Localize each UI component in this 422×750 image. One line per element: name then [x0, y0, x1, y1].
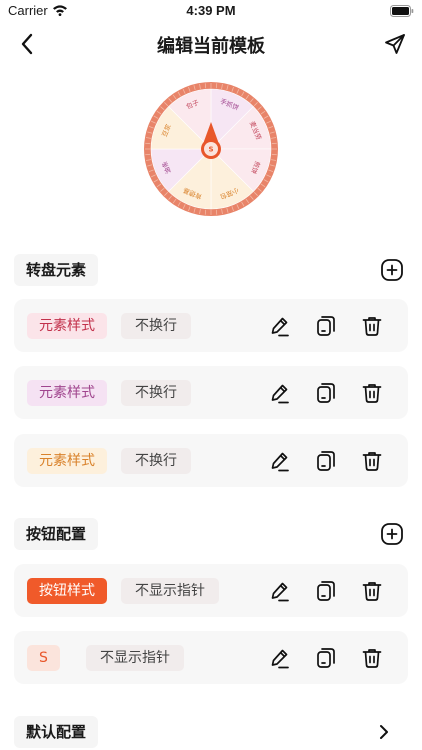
element-style-chip[interactable]: 元素样式	[27, 380, 107, 406]
section-title-defaults: 默认配置	[14, 716, 99, 748]
copy-icon	[317, 316, 335, 336]
pencil-icon	[271, 582, 289, 602]
copy-button[interactable]	[313, 448, 339, 474]
element-mode-chip[interactable]: 不换行	[121, 448, 191, 474]
section-buttons-header: 按钮配置	[14, 518, 408, 550]
copy-button[interactable]	[313, 380, 339, 406]
pencil-icon	[271, 649, 289, 669]
element-style-chip[interactable]: 元素样式	[27, 448, 107, 474]
back-button[interactable]	[14, 30, 40, 58]
plus-square-icon	[381, 523, 403, 545]
section-title-buttons: 按钮配置	[14, 518, 99, 550]
wheel-preview: 手抓饼 麦当劳 煎饼 小笼包 肯德基 油条 豆浆 包子 S	[142, 80, 280, 218]
edit-button[interactable]	[267, 578, 293, 604]
button-mode-chip[interactable]: 不显示指针	[86, 645, 184, 671]
copy-icon	[317, 383, 335, 403]
edit-button[interactable]	[267, 380, 293, 406]
copy-icon	[317, 648, 335, 668]
trash-icon	[362, 317, 382, 336]
send-icon	[385, 34, 405, 54]
section-defaults-header[interactable]: 默认配置	[14, 716, 408, 748]
section-elements-header: 转盘元素	[14, 254, 408, 286]
pencil-icon	[271, 384, 289, 404]
delete-button[interactable]	[359, 578, 385, 604]
trash-icon	[362, 582, 382, 601]
plus-square-icon	[381, 259, 403, 281]
share-button[interactable]	[382, 30, 408, 58]
copy-button[interactable]	[313, 645, 339, 671]
element-style-chip[interactable]: 元素样式	[27, 313, 107, 339]
element-mode-chip[interactable]: 不换行	[121, 380, 191, 406]
edit-button[interactable]	[267, 645, 293, 671]
delete-button[interactable]	[359, 380, 385, 406]
copy-button[interactable]	[313, 578, 339, 604]
button-row: S 不显示指针	[14, 631, 408, 684]
add-button-config-button[interactable]	[380, 522, 404, 546]
add-element-button[interactable]	[380, 258, 404, 282]
battery-icon	[390, 5, 414, 17]
trash-icon	[362, 452, 382, 471]
section-title-elements: 转盘元素	[14, 254, 99, 286]
element-row: 元素样式 不换行	[14, 366, 408, 419]
chevron-right-icon	[380, 725, 388, 739]
pencil-icon	[271, 452, 289, 472]
status-bar: Carrier 4:39 PM	[0, 0, 422, 24]
copy-icon	[317, 581, 335, 601]
copy-icon	[317, 451, 335, 471]
button-style-chip[interactable]: 按钮样式	[27, 578, 107, 604]
delete-button[interactable]	[359, 448, 385, 474]
trash-icon	[362, 384, 382, 403]
element-mode-chip[interactable]: 不换行	[121, 313, 191, 339]
nav-bar: 编辑当前模板	[0, 24, 422, 64]
edit-button[interactable]	[267, 313, 293, 339]
button-style-chip[interactable]: S	[27, 645, 60, 671]
element-row: 元素样式 不换行	[14, 299, 408, 352]
status-time: 4:39 PM	[186, 3, 236, 18]
wheel-center-label: S	[208, 146, 213, 154]
delete-button[interactable]	[359, 313, 385, 339]
chevron-left-icon	[21, 33, 33, 55]
button-row: 按钮样式 不显示指针	[14, 564, 408, 617]
page-title: 编辑当前模板	[157, 36, 265, 57]
trash-icon	[362, 649, 382, 668]
button-mode-chip[interactable]: 不显示指针	[121, 578, 219, 604]
element-row: 元素样式 不换行	[14, 434, 408, 487]
edit-button[interactable]	[267, 448, 293, 474]
copy-button[interactable]	[313, 313, 339, 339]
delete-button[interactable]	[359, 645, 385, 671]
defaults-open-button[interactable]	[374, 720, 394, 744]
pencil-icon	[271, 317, 289, 337]
wheel-svg: 手抓饼麦当劳煎饼小笼包肯德基油条豆浆包子S	[144, 82, 278, 216]
